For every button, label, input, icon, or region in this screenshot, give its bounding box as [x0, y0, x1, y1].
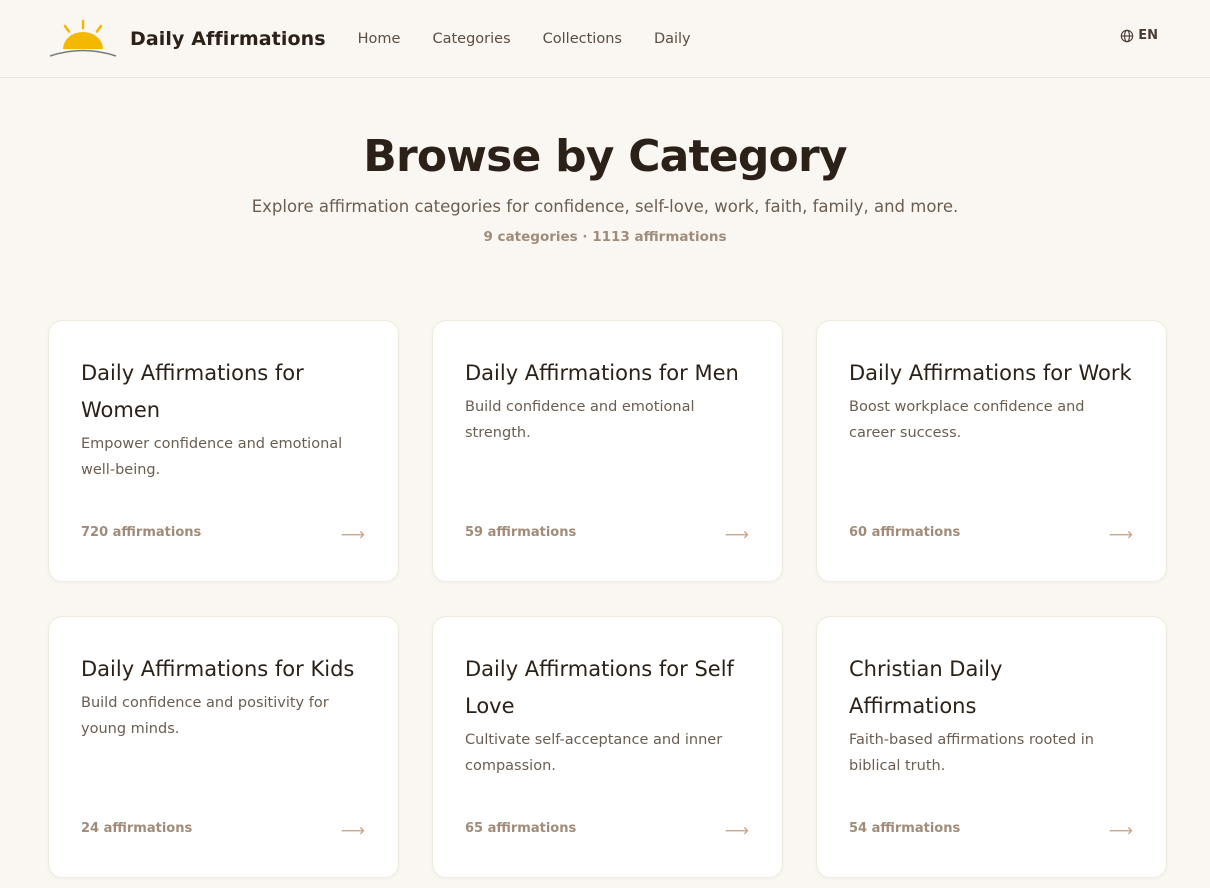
card-description: Cultivate self-acceptance and inner comp… [465, 732, 723, 774]
page-title: Browse by Category [363, 131, 847, 182]
card-count: 59 affirmations [465, 525, 577, 540]
arrow-right-icon: ⟶ [340, 821, 365, 841]
category-card-women[interactable]: Daily Affirmations for Women Empower con… [48, 320, 399, 582]
nav-categories[interactable]: Categories [432, 31, 510, 47]
page-subtitle: Explore affirmation categories for confi… [251, 197, 959, 216]
arrow-right-icon: ⟶ [1108, 525, 1133, 545]
card-description: Empower confidence and emotional well-be… [81, 436, 343, 478]
card-description: Build confidence and positivity for youn… [81, 695, 329, 737]
language-label: EN [1138, 28, 1158, 43]
card-title: Christian Daily Affirmations [849, 657, 1003, 718]
category-card-men[interactable]: Daily Affirmations for Men Build confide… [432, 320, 783, 582]
card-description: Faith-based affirmations rooted in bibli… [849, 732, 1094, 774]
category-card-work[interactable]: Daily Affirmations for Work Boost workpl… [816, 320, 1167, 582]
category-stats: 9 categories · 1113 affirmations [483, 229, 727, 245]
card-count: 54 affirmations [849, 821, 961, 836]
card-count: 24 affirmations [81, 821, 193, 836]
card-title: Daily Affirmations for Work [849, 361, 1132, 385]
card-description: Build confidence and emotional strength. [465, 399, 695, 441]
category-grid: Daily Affirmations for Women Empower con… [48, 320, 1167, 878]
category-card-self-love[interactable]: Daily Affirmations for Self Love Cultiva… [432, 616, 783, 878]
sunrise-icon [49, 19, 117, 57]
hero-section: Browse by Category Explore affirmation c… [0, 78, 1210, 245]
arrow-right-icon: ⟶ [1108, 821, 1133, 841]
arrow-right-icon: ⟶ [724, 821, 749, 841]
card-count: 720 affirmations [81, 525, 202, 540]
card-title: Daily Affirmations for Self Love [465, 657, 734, 718]
arrow-right-icon: ⟶ [340, 525, 365, 545]
arrow-right-icon: ⟶ [724, 525, 749, 545]
nav-home[interactable]: Home [358, 31, 401, 47]
card-title: Daily Affirmations for Men [465, 361, 739, 385]
card-count: 60 affirmations [849, 525, 961, 540]
nav-collections[interactable]: Collections [543, 31, 622, 47]
card-title: Daily Affirmations for Kids [81, 657, 355, 681]
nav-daily[interactable]: Daily [654, 31, 691, 47]
card-count: 65 affirmations [465, 821, 577, 836]
logo-link[interactable]: Daily Affirmations [48, 19, 326, 59]
site-header: Daily Affirmations Home Categories Colle… [0, 0, 1210, 78]
card-title: Daily Affirmations for Women [81, 361, 304, 422]
language-switcher[interactable]: EN [1120, 28, 1158, 43]
category-card-kids[interactable]: Daily Affirmations for Kids Build confid… [48, 616, 399, 878]
card-description: Boost workplace confidence and career su… [849, 399, 1085, 441]
category-card-christian[interactable]: Christian Daily Affirmations Faith-based… [816, 616, 1167, 878]
main-nav: Home Categories Collections Daily [358, 31, 723, 47]
globe-icon [1120, 29, 1134, 42]
brand-name: Daily Affirmations [130, 27, 326, 50]
